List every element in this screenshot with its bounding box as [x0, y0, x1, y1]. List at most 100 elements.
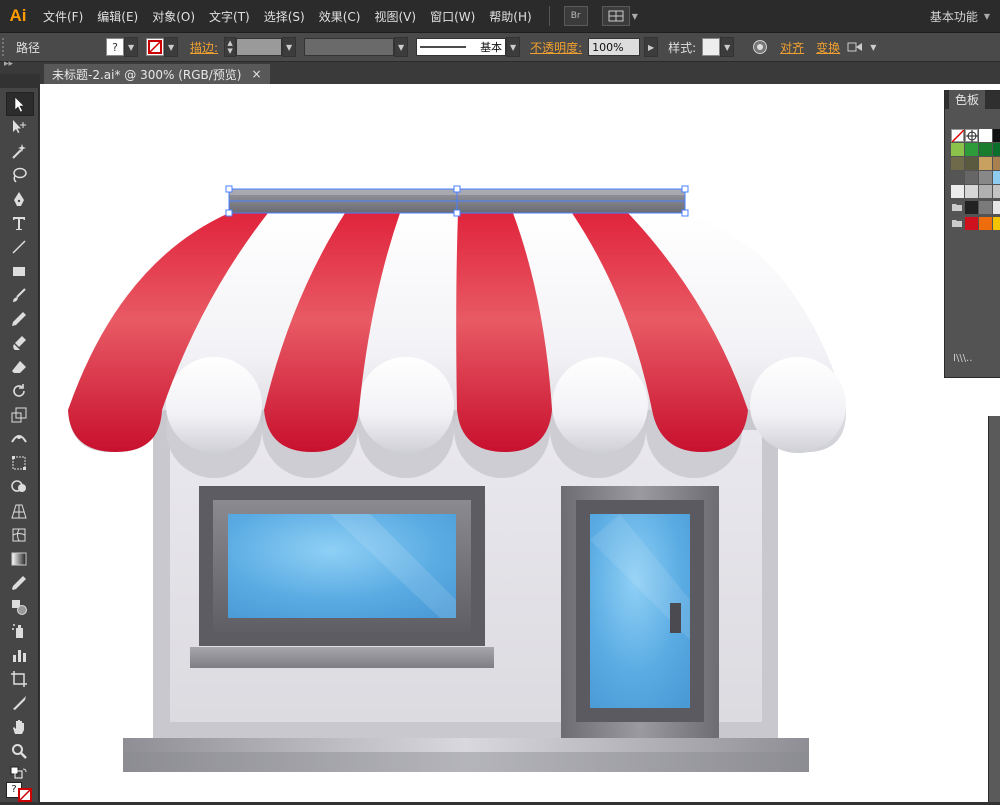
artboard-tool[interactable] [6, 668, 32, 690]
stroke-weight-dropdown[interactable]: ▼ [282, 37, 297, 57]
align-panel-link[interactable]: 对齐 [780, 39, 804, 56]
mesh-tool[interactable] [6, 524, 32, 546]
shape-builder-tool[interactable] [6, 476, 32, 498]
stroke-dropdown[interactable]: ▼ [164, 37, 179, 57]
swatch[interactable] [951, 157, 964, 170]
swatch[interactable] [993, 185, 1000, 198]
swatch[interactable] [979, 217, 992, 230]
swatch-registration[interactable] [965, 129, 978, 142]
close-tab-icon[interactable]: × [252, 67, 262, 81]
swatch-none[interactable] [951, 129, 965, 143]
bridge-button[interactable]: Br [563, 6, 588, 26]
blob-brush-tool[interactable] [6, 332, 32, 354]
recolor-artwork-icon[interactable] [752, 39, 768, 55]
rectangle-tool[interactable] [6, 260, 32, 282]
swatch[interactable] [993, 157, 1000, 170]
graphic-style-swatch[interactable] [702, 38, 721, 56]
swatch[interactable] [965, 171, 978, 184]
menu-file[interactable]: 文件(F) [36, 8, 90, 25]
swatch-libraries-menu[interactable]: I\\\.. [953, 353, 972, 364]
swatch[interactable] [993, 217, 1000, 230]
isolate-object-icon[interactable] [846, 40, 864, 54]
swatch-black[interactable] [993, 129, 1000, 142]
swatch[interactable] [965, 217, 978, 230]
swatch[interactable] [979, 185, 992, 198]
rotate-tool[interactable] [6, 380, 32, 402]
gradient-tool[interactable] [6, 548, 32, 570]
eraser-tool[interactable] [6, 356, 32, 378]
collapsed-panel-strip[interactable] [988, 416, 1000, 802]
menu-object[interactable]: 对象(O) [145, 8, 202, 25]
brush-dropdown[interactable]: ▼ [506, 37, 521, 57]
type-tool[interactable] [6, 212, 32, 234]
swatch-group-folder[interactable] [951, 201, 964, 214]
fill-stroke-swatches[interactable]: ? [6, 782, 34, 802]
control-bar-grip[interactable] [2, 38, 10, 56]
magic-wand-tool[interactable] [6, 140, 32, 162]
swatch[interactable] [965, 185, 978, 198]
artboard-canvas[interactable] [40, 84, 1000, 802]
opacity-panel-link[interactable]: 不透明度: [530, 39, 582, 56]
menu-help[interactable]: 帮助(H) [482, 8, 538, 25]
control-panel-menu-icon[interactable]: ▼ [870, 43, 876, 52]
opacity-slider-button[interactable]: ▶ [644, 37, 659, 57]
workspace-switcher[interactable]: 基本功能 ▼ [930, 8, 990, 25]
stroke-weight-stepper[interactable]: ▲ ▼ [224, 37, 237, 57]
swatches-panel-tab[interactable]: 色板 [945, 90, 1000, 109]
menu-type[interactable]: 文字(T) [202, 8, 257, 25]
zoom-tool[interactable] [6, 740, 32, 762]
swatch[interactable] [993, 143, 1000, 156]
free-transform-tool[interactable] [6, 452, 32, 474]
symbol-sprayer-tool[interactable] [6, 620, 32, 642]
menu-effect[interactable]: 效果(C) [312, 8, 368, 25]
menu-window[interactable]: 窗口(W) [423, 8, 482, 25]
document-tab[interactable]: 未标题-2.ai* @ 300% (RGB/预览) × [44, 64, 270, 84]
swatch[interactable] [993, 201, 1000, 214]
swatch[interactable] [965, 143, 978, 156]
fill-color-swatch[interactable]: ? [106, 38, 125, 56]
opacity-field[interactable]: 100% [588, 38, 641, 56]
transform-panel-link[interactable]: 变换 [816, 39, 840, 56]
fill-dropdown[interactable]: ▼ [124, 37, 139, 57]
variable-width-dropdown[interactable]: ▼ [394, 37, 409, 57]
swatch[interactable] [951, 171, 964, 184]
swatch[interactable] [979, 171, 992, 184]
swatch[interactable] [965, 201, 978, 214]
blend-tool[interactable] [6, 596, 32, 618]
arrange-dropdown-icon[interactable]: ▼ [632, 12, 638, 21]
menu-select[interactable]: 选择(S) [257, 8, 312, 25]
brush-definition[interactable]: 基本 [416, 38, 507, 56]
width-tool[interactable] [6, 428, 32, 450]
paintbrush-tool[interactable] [6, 284, 32, 306]
menu-view[interactable]: 视图(V) [367, 8, 423, 25]
graphic-style-dropdown[interactable]: ▼ [720, 37, 735, 57]
swatch[interactable] [951, 185, 964, 198]
lasso-tool[interactable] [6, 164, 32, 186]
hand-tool[interactable] [6, 716, 32, 738]
stroke-color-swatch[interactable] [146, 38, 165, 56]
swatch[interactable] [993, 171, 1000, 184]
stroke-panel-link[interactable]: 描边: [190, 39, 218, 56]
swatch-white[interactable] [979, 129, 992, 142]
toolbar-grip[interactable]: ▸▸ [0, 59, 40, 74]
pen-tool[interactable] [6, 188, 32, 210]
arrange-documents-button[interactable] [601, 6, 630, 26]
swatch[interactable] [979, 143, 992, 156]
selection-tool[interactable] [6, 92, 34, 116]
perspective-grid-tool[interactable] [6, 500, 32, 522]
line-tool[interactable] [6, 236, 32, 258]
swatch[interactable] [965, 157, 978, 170]
direct-selection-tool[interactable] [6, 116, 32, 138]
pencil-tool[interactable] [6, 308, 32, 330]
swatch[interactable] [979, 157, 992, 170]
swatch[interactable] [951, 143, 964, 156]
variable-width-profile[interactable] [304, 38, 395, 56]
stroke-weight-field[interactable] [236, 38, 283, 56]
scale-tool[interactable] [6, 404, 32, 426]
column-graph-tool[interactable] [6, 644, 32, 666]
eyedropper-tool[interactable] [6, 572, 32, 594]
menu-edit[interactable]: 编辑(E) [90, 8, 145, 25]
slice-tool[interactable] [6, 692, 32, 714]
swatch-group-folder[interactable] [951, 217, 964, 230]
stroke-none-icon[interactable] [18, 788, 32, 802]
